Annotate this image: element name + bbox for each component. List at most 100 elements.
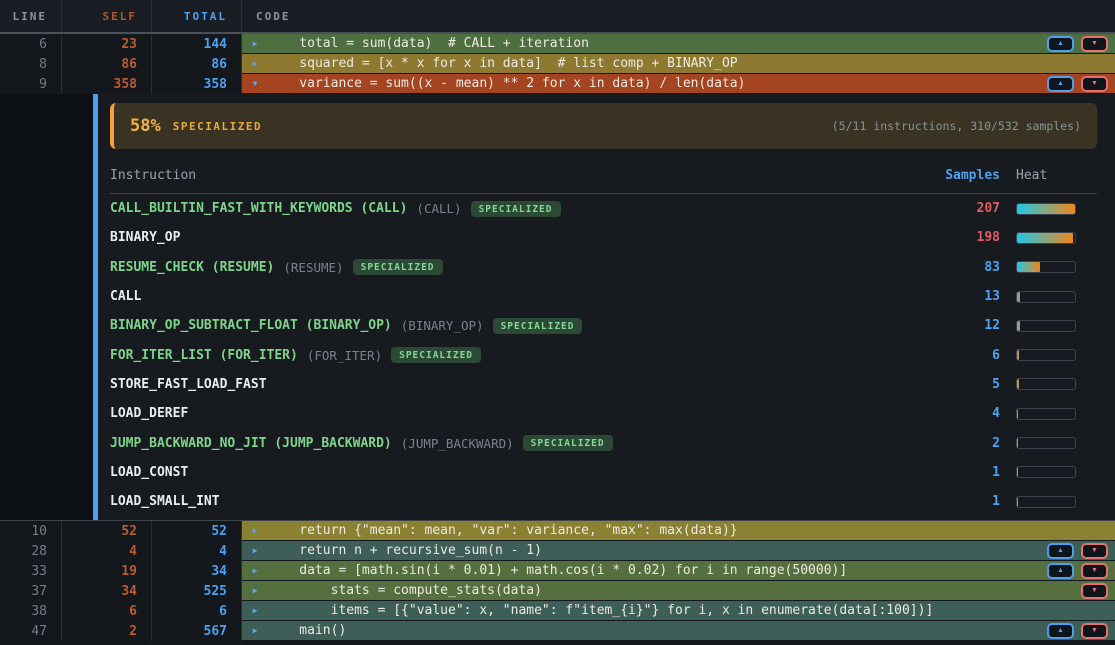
jump-down-button[interactable]: ▼ [1081, 563, 1108, 579]
specialization-meta: (5/11 instructions, 310/532 samples) [832, 119, 1081, 133]
code-cell[interactable]: ▶ data = [math.sin(i * 0.01) + math.cos(… [242, 561, 1115, 581]
heat-bar-fill [1017, 262, 1040, 272]
expand-arrow-icon[interactable]: ▶ [242, 526, 268, 535]
expand-arrow-icon[interactable]: ▶ [242, 566, 268, 575]
profiler-app: LINE SELF TOTAL CODE 6 23 144 ▶ total = … [0, 0, 1115, 645]
expand-arrow-icon[interactable]: ▶ [242, 586, 268, 595]
expand-arrow-icon[interactable]: ▶ [242, 59, 268, 68]
column-header-samples[interactable]: Samples [922, 168, 1010, 183]
instruction-row: FOR_ITER_LIST (FOR_ITER) (FOR_ITER) SPEC… [110, 340, 1097, 369]
code-row[interactable]: 10 52 52 ▶ return {"mean": mean, "var": … [0, 521, 1115, 541]
instruction-row: JUMP_BACKWARD_NO_JIT (JUMP_BACKWARD) (JU… [110, 428, 1097, 457]
total-samples-value: 4 [152, 541, 242, 561]
heat-bar-fill [1017, 292, 1020, 302]
specialized-badge: SPECIALIZED [523, 435, 613, 451]
self-samples-value: 86 [62, 54, 152, 74]
line-number: 33 [0, 561, 62, 581]
total-samples-value: 567 [152, 621, 242, 641]
column-header-instruction[interactable]: Instruction [110, 168, 922, 183]
jump-down-button[interactable]: ▼ [1081, 36, 1108, 52]
code-text: data = [math.sin(i * 0.01) + math.cos(i … [268, 561, 847, 580]
jump-up-button[interactable]: ▲ [1047, 563, 1074, 579]
code-text: main() [268, 621, 346, 640]
jump-up-button[interactable]: ▲ [1047, 76, 1074, 92]
instruction-row: LOAD_CONST 1 [110, 458, 1097, 487]
column-header-heat[interactable]: Heat [1010, 168, 1097, 183]
panel-accent-line [93, 94, 98, 520]
instruction-name: CALL_BUILTIN_FAST_WITH_KEYWORDS (CALL) [110, 201, 407, 216]
collapse-arrow-icon[interactable]: ▼ [242, 79, 268, 88]
code-row[interactable]: 6 23 144 ▶ total = sum(data) # CALL + it… [0, 34, 1115, 54]
code-row[interactable]: 47 2 567 ▶ main() ▲▼ [0, 621, 1115, 641]
code-cell[interactable]: ▼ variance = sum((x - mean) ** 2 for x i… [242, 74, 1115, 94]
code-text: stats = compute_stats(data) [268, 581, 542, 600]
table-header-row: LINE SELF TOTAL CODE [0, 0, 1115, 34]
code-cell[interactable]: ▶ squared = [x * x for x in data] # list… [242, 54, 1115, 74]
instruction-row: BINARY_OP 198 [110, 223, 1097, 252]
heat-bar [1016, 496, 1076, 508]
code-cell[interactable]: ▶ total = sum(data) # CALL + iteration ▲… [242, 34, 1115, 54]
code-row[interactable]: 33 19 34 ▶ data = [math.sin(i * 0.01) + … [0, 561, 1115, 581]
jump-up-button[interactable]: ▲ [1047, 36, 1074, 52]
self-samples-value: 23 [62, 34, 152, 54]
heat-bar-fill [1017, 497, 1018, 507]
code-cell[interactable]: ▶ items = [{"value": x, "name": f"item_{… [242, 601, 1115, 621]
instruction-name: LOAD_SMALL_INT [110, 494, 220, 509]
heat-bar-fill [1017, 350, 1019, 360]
instruction-samples: 6 [922, 348, 1010, 363]
instruction-samples: 13 [922, 289, 1010, 304]
code-row[interactable]: 9 358 358 ▼ variance = sum((x - mean) **… [0, 74, 1115, 94]
jump-down-button[interactable]: ▼ [1081, 543, 1108, 559]
code-cell[interactable]: ▶ return {"mean": mean, "var": variance,… [242, 521, 1115, 541]
expand-arrow-icon[interactable]: ▶ [242, 606, 268, 615]
instruction-base-opcode: (CALL) [416, 201, 461, 216]
code-text: total = sum(data) # CALL + iteration [268, 34, 589, 53]
heat-bar [1016, 349, 1076, 361]
code-row[interactable]: 8 86 86 ▶ squared = [x * x for x in data… [0, 54, 1115, 74]
line-number: 6 [0, 34, 62, 54]
instruction-table-header: Instruction Samples Heat [110, 158, 1097, 194]
jump-down-button[interactable]: ▼ [1081, 583, 1108, 599]
nav-buttons: ▲▼ [1047, 621, 1108, 640]
instruction-samples: 1 [922, 494, 1010, 509]
heat-bar-fill [1017, 409, 1018, 419]
jump-up-button[interactable]: ▲ [1047, 623, 1074, 639]
self-samples-value: 34 [62, 581, 152, 601]
code-row[interactable]: 37 34 525 ▶ stats = compute_stats(data) … [0, 581, 1115, 601]
code-cell[interactable]: ▶ main() ▲▼ [242, 621, 1115, 641]
code-text: return n + recursive_sum(n - 1) [268, 541, 542, 560]
column-header-line: LINE [0, 0, 62, 32]
line-number: 10 [0, 521, 62, 541]
instruction-name: JUMP_BACKWARD_NO_JIT (JUMP_BACKWARD) [110, 436, 392, 451]
jump-up-button[interactable]: ▲ [1047, 543, 1074, 559]
heat-bar [1016, 408, 1076, 420]
line-detail-panel: 58% SPECIALIZED (5/11 instructions, 310/… [0, 94, 1115, 521]
jump-down-button[interactable]: ▼ [1081, 76, 1108, 92]
instruction-name: BINARY_OP_SUBTRACT_FLOAT (BINARY_OP) [110, 318, 392, 333]
code-row[interactable]: 38 6 6 ▶ items = [{"value": x, "name": f… [0, 601, 1115, 621]
heat-bar-fill [1017, 204, 1075, 214]
instruction-base-opcode: (JUMP_BACKWARD) [401, 436, 514, 451]
expand-arrow-icon[interactable]: ▶ [242, 546, 268, 555]
instruction-table-body: CALL_BUILTIN_FAST_WITH_KEYWORDS (CALL) (… [110, 194, 1097, 516]
heat-bar-fill [1017, 233, 1073, 243]
code-row[interactable]: 28 4 4 ▶ return n + recursive_sum(n - 1)… [0, 541, 1115, 561]
instruction-samples: 5 [922, 377, 1010, 392]
nav-buttons: ▲▼ [1047, 74, 1108, 93]
instruction-row: CALL 13 [110, 282, 1097, 311]
jump-down-button[interactable]: ▼ [1081, 623, 1108, 639]
expand-arrow-icon[interactable]: ▶ [242, 626, 268, 635]
heat-bar [1016, 232, 1076, 244]
instruction-row: STORE_FAST_LOAD_FAST 5 [110, 370, 1097, 399]
instruction-samples: 198 [922, 230, 1010, 245]
column-header-code: CODE [242, 0, 1115, 32]
specialized-badge: SPECIALIZED [493, 318, 583, 334]
total-samples-value: 6 [152, 601, 242, 621]
code-cell[interactable]: ▶ stats = compute_stats(data) ▼ [242, 581, 1115, 601]
instruction-samples: 83 [922, 260, 1010, 275]
column-header-total: TOTAL [152, 0, 242, 32]
code-cell[interactable]: ▶ return n + recursive_sum(n - 1) ▲ ▼ [242, 541, 1115, 561]
expand-arrow-icon[interactable]: ▶ [242, 39, 268, 48]
total-samples-value: 34 [152, 561, 242, 581]
line-number: 47 [0, 621, 62, 641]
